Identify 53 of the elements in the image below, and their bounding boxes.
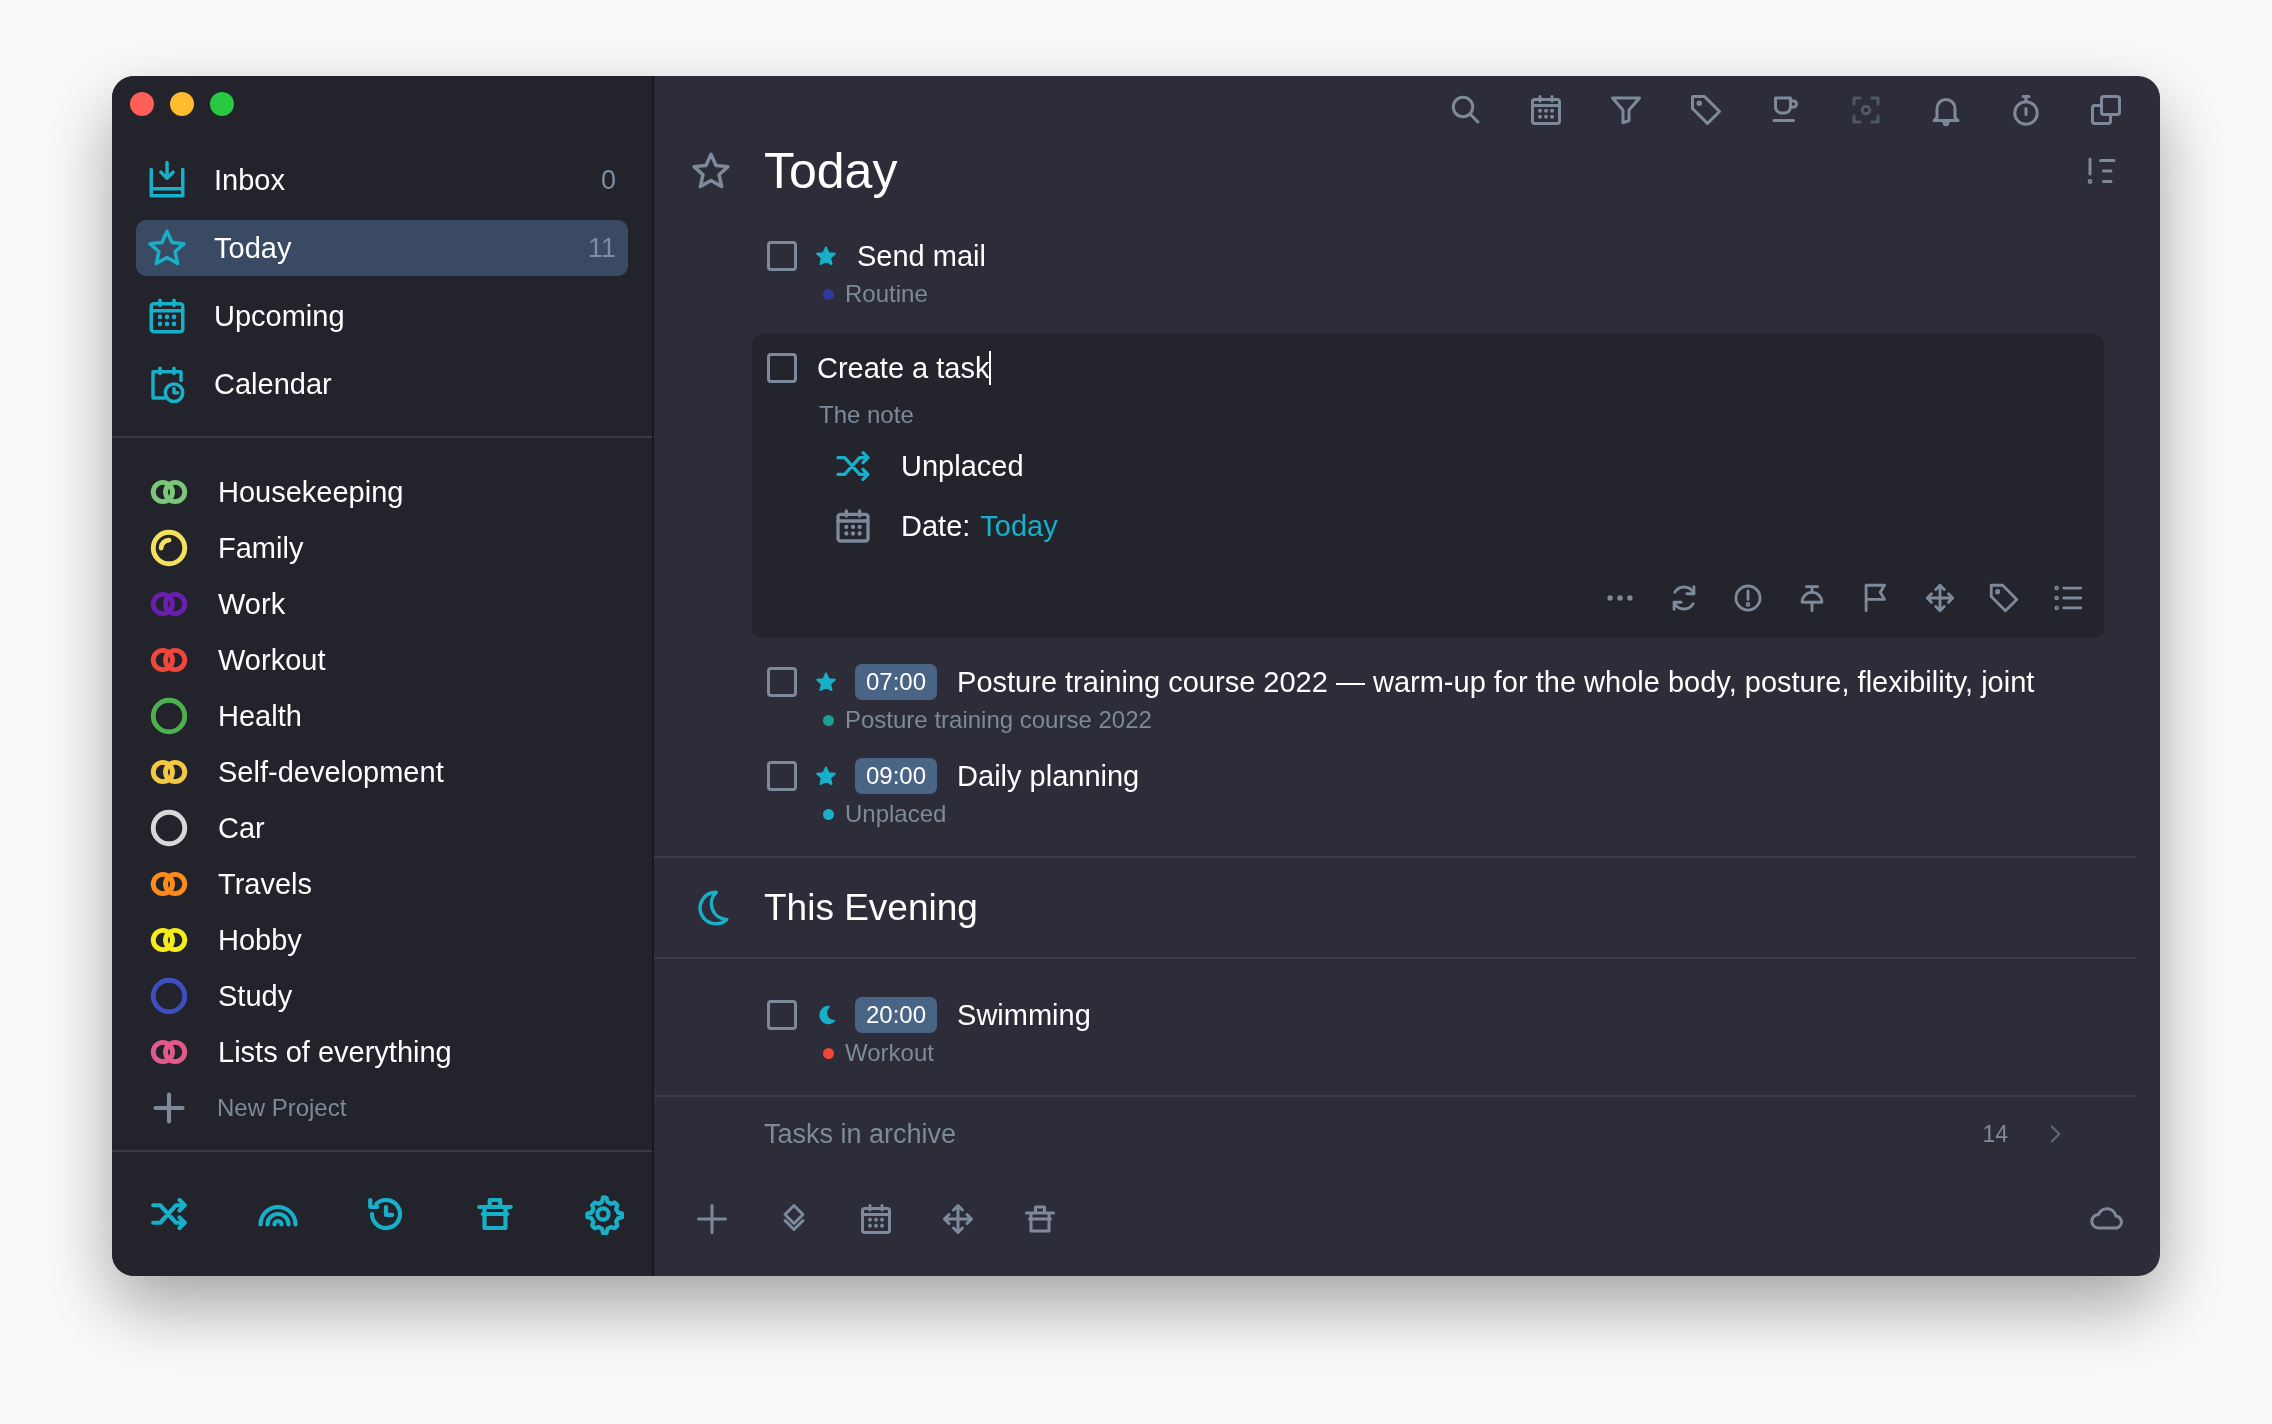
project-item[interactable]: Housekeeping: [112, 464, 652, 520]
project-label: Unplaced: [845, 800, 947, 829]
date-label: Date:: [901, 509, 971, 543]
star-icon: [815, 671, 837, 694]
task-item[interactable]: 09:00 Daily planning Unplaced: [752, 756, 2104, 837]
project-item[interactable]: Travels: [112, 856, 652, 912]
time-badge: 07:00: [855, 664, 938, 701]
project-label: Routine: [845, 280, 928, 309]
task-title: Daily planning: [957, 759, 1141, 793]
note-field[interactable]: The note: [819, 400, 914, 431]
project-item[interactable]: Family: [112, 520, 652, 576]
project-item[interactable]: Lists of everything: [112, 1024, 652, 1080]
checkbox[interactable]: [767, 353, 797, 384]
time-badge: 20:00: [855, 997, 938, 1034]
star-icon: [815, 245, 837, 268]
sidebar-item[interactable]: Inbox 0: [136, 152, 628, 208]
add-icon: [151, 1090, 187, 1126]
task-title: Swimming: [957, 998, 1092, 1032]
project-label[interactable]: Unplaced: [901, 449, 1024, 483]
sidebar-item[interactable]: Upcoming: [136, 288, 628, 344]
project-item[interactable]: Work: [112, 576, 652, 632]
archive-row[interactable]: Tasks in archive 14: [654, 1097, 2136, 1171]
checkbox[interactable]: [767, 667, 797, 698]
settings-icon[interactable]: [582, 1193, 624, 1235]
checkbox[interactable]: [767, 761, 797, 792]
task-item[interactable]: 07:00 Posture training course 2022 — warm-up for the whole body, posture, flexibility, joint Posture training course 2022: [752, 662, 2104, 743]
new-project-button[interactable]: New Project: [112, 1080, 652, 1136]
checkbox[interactable]: [767, 1000, 797, 1031]
project-label: Workout: [845, 1039, 934, 1068]
zoom-button[interactable]: [210, 92, 234, 116]
task-title: Posture training course 2022 — warm-up for the whole body, posture, flexibility, joint: [957, 665, 2036, 699]
project-item[interactable]: Study: [112, 968, 652, 1024]
sidebar-item[interactable]: Calendar: [136, 356, 628, 412]
checkbox[interactable]: [767, 241, 797, 272]
inbox-icon: [146, 159, 188, 201]
task-title: Send mail: [857, 239, 987, 273]
project-item[interactable]: Health: [112, 688, 652, 744]
minimize-button[interactable]: [170, 92, 194, 116]
project-item[interactable]: Self-development: [112, 744, 652, 800]
date-link[interactable]: Today: [980, 509, 1058, 543]
task-title-field[interactable]: Create a task: [817, 351, 992, 386]
star-icon: [815, 765, 837, 788]
sidebar-item[interactable]: Today 11: [136, 220, 628, 276]
task-item[interactable]: Send mail Routine: [752, 236, 2104, 317]
project-item[interactable]: Car: [112, 800, 652, 856]
page-title: Today: [764, 142, 899, 201]
time-badge: 09:00: [855, 758, 938, 795]
close-button[interactable]: [130, 92, 154, 116]
section-title: This Evening: [764, 886, 978, 929]
project-item[interactable]: Hobby: [112, 912, 652, 968]
project-label: Posture training course 2022: [845, 706, 1152, 735]
project-item[interactable]: Workout: [112, 632, 652, 688]
task-item[interactable]: 20:00 Swimming Workout: [752, 995, 2104, 1076]
